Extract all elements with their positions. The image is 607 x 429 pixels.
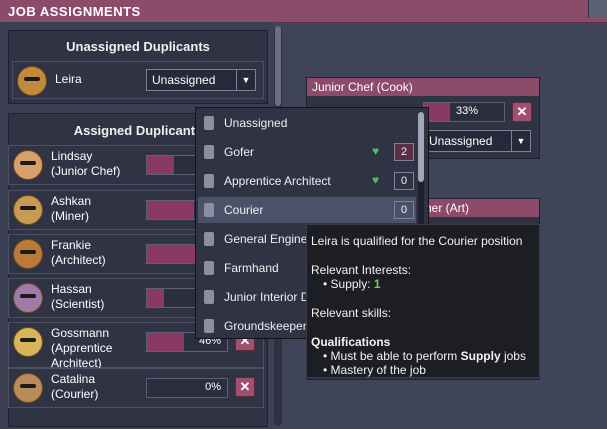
dupe-name: Hassan (Scientist) — [51, 282, 105, 311]
interest-label: • Supply: — [323, 277, 374, 291]
heart-icon: ♥ — [372, 144, 380, 158]
heart-icon: ♥ — [372, 173, 380, 187]
tooltip-interest-line: • Supply: 1 — [323, 277, 381, 291]
dropdown-item-label: Courier — [224, 203, 264, 217]
dropdown-item[interactable]: Courier 0 — [198, 197, 416, 223]
unassigned-panel-title: Unassigned Duplicants — [66, 39, 210, 54]
dupe-name: Catalina (Courier) — [51, 372, 99, 401]
card-header: Junior Chef (Cook) — [307, 78, 539, 96]
qual-1-suffix: jobs — [500, 349, 526, 363]
tooltip-skills-title: Relevant skills: — [311, 306, 392, 320]
avatar — [13, 283, 43, 313]
duplicant-icon — [204, 116, 214, 130]
tooltip-interests-title: Relevant Interests: — [311, 263, 412, 277]
progress-fill — [147, 333, 184, 351]
dupe-name: Frankie (Architect) — [51, 238, 106, 267]
chevron-down-icon: ▼ — [511, 131, 530, 151]
dropdown-item[interactable]: Gofer ♥ 2 — [198, 139, 416, 165]
unassigned-panel: Unassigned Duplicants Leira Unassigned ▼ — [8, 30, 268, 104]
tooltip-header: Leira is qualified for the Courier posit… — [311, 234, 523, 248]
card-title: ner (Art) — [425, 201, 470, 215]
duplicant-icon — [204, 232, 214, 246]
dupe-name: Gossmann (Apprentice Architect) — [51, 326, 113, 370]
progress-fill — [147, 156, 175, 174]
duplicant-icon — [204, 319, 214, 333]
progress-fill — [147, 201, 195, 219]
progress-bar: 0% — [146, 378, 228, 398]
job-select[interactable]: Unassigned ▼ — [423, 130, 531, 152]
slot-count: 2 — [394, 143, 414, 161]
tooltip-qualifications-title: Qualifications — [311, 335, 391, 349]
qual-1-bold: Supply — [460, 349, 501, 363]
dupe-name: Ashkan (Miner) — [51, 194, 92, 223]
slot-count: 0 — [394, 172, 414, 190]
remove-button[interactable]: ✕ — [512, 102, 532, 122]
dropdown-item-label: Groundskeeper — [224, 319, 307, 333]
duplicant-icon — [204, 203, 214, 217]
job-select-value: Unassigned — [429, 134, 493, 148]
progress-fill — [147, 245, 202, 263]
avatar — [13, 239, 43, 269]
progress-bar: 33% — [423, 102, 505, 122]
dropdown-item-label: Unassigned — [224, 116, 288, 130]
avatar — [13, 327, 43, 357]
dropdown-item-label: Gofer — [224, 145, 255, 159]
duplicant-icon — [204, 145, 214, 159]
window-titlebar: JOB ASSIGNMENTS — [0, 0, 607, 23]
tooltip-qual-1: • Must be able to perform Supply jobs — [323, 349, 526, 363]
interest-value: 1 — [373, 277, 381, 291]
scrollbar-thumb[interactable] — [418, 112, 424, 182]
window-title: JOB ASSIGNMENTS — [8, 4, 141, 19]
dupe-name: Lindsay (Junior Chef) — [51, 149, 121, 178]
dropdown-item[interactable]: Unassigned — [198, 110, 416, 136]
dupe-row[interactable]: Catalina (Courier) 0% ✕ — [8, 368, 264, 408]
job-select-value: Unassigned — [152, 73, 216, 87]
job-select[interactable]: Unassigned ▼ — [146, 69, 256, 91]
scrollbar-thumb[interactable] — [275, 26, 281, 106]
dropdown-item-label: Apprentice Architect — [224, 174, 331, 188]
progress-text: 0% — [205, 381, 221, 393]
avatar — [17, 66, 47, 96]
progress-fill — [147, 289, 164, 307]
duplicant-icon — [204, 174, 214, 188]
unassigned-dupe-row[interactable]: Leira Unassigned ▼ — [12, 61, 264, 99]
remove-button[interactable]: ✕ — [235, 377, 255, 397]
avatar — [13, 373, 43, 403]
dropdown-item-label: General Engineer — [224, 232, 319, 246]
progress-text: 33% — [455, 105, 478, 117]
qual-1-prefix: • Must be able to perform — [323, 349, 461, 363]
slot-count: 0 — [394, 201, 414, 219]
avatar — [13, 150, 43, 180]
chevron-down-icon: ▼ — [236, 70, 255, 90]
close-window-button[interactable] — [588, 0, 607, 18]
dropdown-item-label: Farmhand — [224, 261, 279, 275]
avatar — [13, 195, 43, 225]
dropdown-item[interactable]: Apprentice Architect ♥ 0 — [198, 168, 416, 194]
courier-tooltip: Leira is qualified for the Courier posit… — [306, 224, 540, 378]
duplicant-icon — [204, 261, 214, 275]
tooltip-qual-2: • Mastery of the job — [323, 363, 426, 377]
dupe-name: Leira — [55, 72, 82, 86]
card-title: Junior Chef (Cook) — [312, 80, 413, 94]
duplicant-icon — [204, 290, 214, 304]
